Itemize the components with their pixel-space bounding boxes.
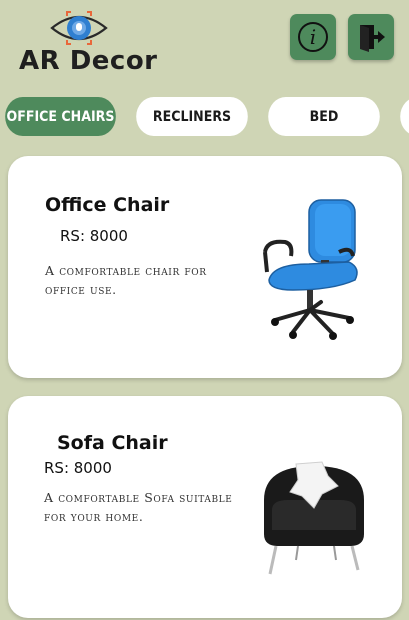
sofa-chair-image (264, 461, 364, 575)
app-title: AR Decor (19, 46, 158, 76)
logout-icon (360, 25, 385, 52)
product-price: RS: 8000 (60, 227, 128, 245)
tab-more[interactable] (400, 97, 409, 136)
info-button[interactable]: i (290, 14, 336, 60)
info-icon: i (298, 22, 328, 52)
svg-text:i: i (310, 25, 316, 49)
product-name: Office Chair (45, 194, 170, 216)
eye-scan-icon (50, 11, 108, 45)
product-price: RS: 8000 (44, 459, 112, 477)
product-description: A comfortable chair for office use. (45, 263, 207, 297)
app-header: AR Decor i (0, 0, 409, 90)
tab-recliners[interactable]: RECLINERS (136, 97, 248, 136)
product-card-sofa-chair[interactable]: Sofa Chair RS: 8000 A comfortable Sofa s… (8, 396, 402, 618)
logout-button[interactable] (348, 14, 394, 60)
office-chair-image (263, 199, 358, 340)
product-name: Sofa Chair (57, 432, 168, 454)
tab-bed[interactable]: BED (268, 97, 380, 136)
product-description: A comfortable Sofa suitable for your hom… (44, 490, 233, 524)
product-card-office-chair[interactable]: Office Chair RS: 8000 A comfortable chai… (8, 156, 402, 378)
tab-office-chairs[interactable]: OFFICE CHAIRS (5, 97, 116, 136)
category-tabs: OFFICE CHAIRS RECLINERS BED (0, 97, 409, 137)
